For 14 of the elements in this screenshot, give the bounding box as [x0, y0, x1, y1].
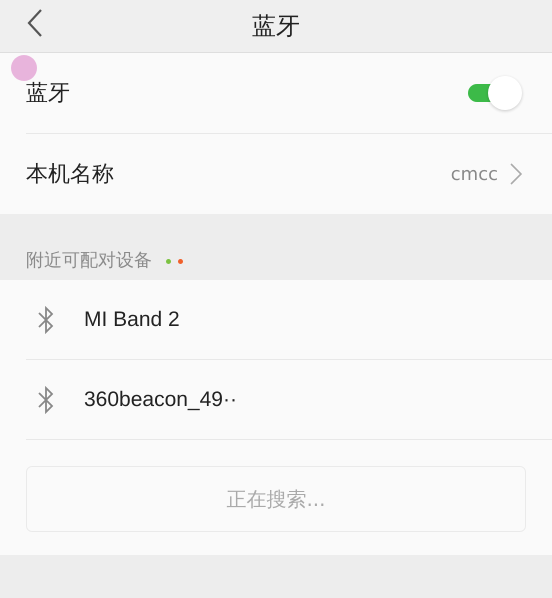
section-title: 附近可配对设备 — [26, 249, 152, 272]
setting-label: 蓝牙 — [26, 80, 71, 108]
toggle-switch[interactable] — [468, 76, 522, 110]
device-item[interactable]: 360beacon_49·· — [26, 360, 552, 440]
setting-value: cmcc — [450, 164, 498, 184]
device-name: 360beacon_49·· — [84, 388, 237, 412]
touch-indicator — [11, 55, 37, 81]
bluetooth-icon — [36, 306, 56, 334]
bluetooth-icon — [36, 386, 56, 414]
chevron-icon[interactable] — [510, 163, 522, 185]
device-item[interactable]: MI Band 2 — [26, 280, 552, 360]
screen-title: 蓝牙 — [252, 11, 300, 42]
device-name: MI Band 2 — [84, 308, 180, 332]
setting-label: 本机名称 — [26, 161, 115, 189]
